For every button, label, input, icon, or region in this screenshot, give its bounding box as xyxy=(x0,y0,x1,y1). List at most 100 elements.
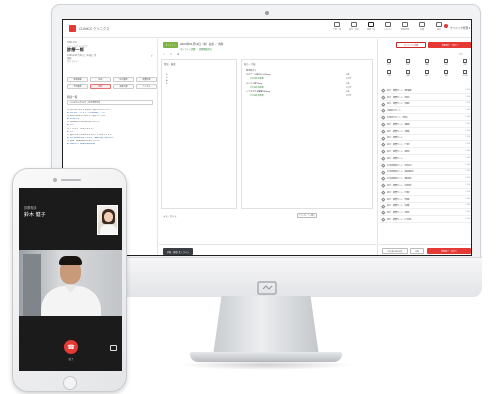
chevron-right-icon[interactable]: › xyxy=(151,53,153,58)
set-list-item[interactable]: 処方・検査セット（頭痛） 1234 xyxy=(380,128,471,135)
list-icon xyxy=(351,22,357,27)
nav-item-5[interactable]: 文書 xyxy=(415,22,429,35)
top-navbar: CLINICS クリニクス 予約一覧 受付・会計 患者一覧 レセプト 患者管理 文書 設定 … xyxy=(63,20,471,38)
order-button-0[interactable]: 処方 xyxy=(380,59,398,68)
set-list-item[interactable]: 処方・検査セット（湿疹） 1234 xyxy=(380,209,471,217)
set-code: 1234 xyxy=(465,177,470,180)
set-list-item[interactable]: 処方・検査セット（便秘） 1234 xyxy=(380,148,471,155)
order-button-4[interactable]: 手技 xyxy=(456,59,471,68)
order-button-9[interactable]: その他 xyxy=(456,70,471,79)
brand[interactable]: CLINICS クリニクス xyxy=(69,25,109,32)
set-list-item[interactable]: 処方・検査セット（腹痛） 1234 xyxy=(380,121,471,128)
patient-tab-3[interactable]: 検査結果 xyxy=(136,77,157,82)
pin-icon xyxy=(381,122,386,127)
set-name: 処方・検査セット（湿疹） xyxy=(387,212,412,215)
user-menu[interactable]: クリニック管理 ▾ xyxy=(450,26,470,30)
nav-item-1[interactable]: 受付・会計 xyxy=(347,22,361,35)
image-icon xyxy=(406,70,410,74)
prescription-drug[interactable]: 院内処方 1 xyxy=(246,69,256,72)
set-code: 1234 xyxy=(465,102,470,105)
pin-icon xyxy=(381,176,386,181)
revisit-button[interactable]: 予約・再診 オンライン xyxy=(163,248,193,255)
order-label: 手技 xyxy=(463,63,467,66)
finish-consult-button[interactable]: 診察終了・会計へ xyxy=(428,42,471,48)
fax-button[interactable]: 処方箋をFAX送信 xyxy=(382,248,408,254)
soap-panel[interactable]: 所見・検査 S: O: A: P: xyxy=(161,59,237,209)
prescription-drug[interactable]: トラネキサム酸錠250mg xyxy=(246,90,270,93)
patient-tab-1[interactable]: 病名 xyxy=(90,77,111,82)
set-list-item[interactable]: 内服処方セット 1234 xyxy=(380,107,471,115)
home-button[interactable] xyxy=(63,376,77,390)
nav-item-4[interactable]: 患者管理 xyxy=(398,22,412,35)
set-list-item[interactable]: 処方・検査セット（花粉症） 1234 xyxy=(380,182,471,189)
order-button-5[interactable]: 文書 xyxy=(380,70,398,79)
inbox-icon xyxy=(385,22,391,27)
set-list-item[interactable]: 処方・検査セット（皮膚） 1234 xyxy=(380,203,471,210)
prescription-usage[interactable]: 1日3回 毎食後 xyxy=(250,94,264,97)
set-list-item[interactable]: 処方・検査セット（その他） 1234 xyxy=(380,216,471,223)
order-button-2[interactable]: 検査 xyxy=(418,59,436,68)
set-list-item[interactable]: 処方・検査セット（咳嗽） 1234 xyxy=(380,101,471,108)
prescription-qty: 5日分 xyxy=(346,78,352,81)
set-list-item[interactable]: 処方・検査セット（咽頭痛） 1234 xyxy=(380,87,471,94)
pin-icon xyxy=(381,190,386,195)
order-button-1[interactable]: 病名 xyxy=(399,59,417,68)
chat-icon[interactable] xyxy=(110,345,117,351)
print-button[interactable]: 印刷 xyxy=(410,248,424,254)
set-list-item[interactable]: 外用処方セット（湿布） 1234 xyxy=(380,114,471,121)
patient-tab-2[interactable]: 処方履歴 xyxy=(113,77,134,82)
pin-icon xyxy=(381,95,386,99)
checkout-button[interactable]: 診察終了・会計へ xyxy=(427,248,471,254)
set-list-item[interactable]: 処方・検査セット（下痢） 1234 xyxy=(380,141,471,149)
set-list-item[interactable]: 処方・検査セット（不眠） 1234 xyxy=(380,189,471,196)
set-list-item[interactable]: 生活習慣病セット（糖尿病） 1234 xyxy=(380,175,471,183)
set-list-item[interactable]: 処方・検査セット（発熱） 1234 xyxy=(380,94,471,101)
order-button-3[interactable]: 注射 xyxy=(437,59,455,68)
notification-badge[interactable] xyxy=(444,24,448,28)
edit-toolbar[interactable]: ✓ ✎ ⊞ xyxy=(163,53,181,56)
set-code: 1234 xyxy=(465,211,470,214)
pin-icon xyxy=(381,108,386,113)
tag-label[interactable]: タグ xyxy=(459,53,463,56)
prescription-usage[interactable]: 1日3回 毎食後 xyxy=(250,77,264,80)
order-button-7[interactable]: 紹介 xyxy=(418,70,436,79)
set-list-item[interactable]: 生活習慣病セット（脂質異常） 1234 xyxy=(380,169,471,176)
end-call-button[interactable]: ☎ xyxy=(64,340,78,354)
user-icon xyxy=(402,22,408,27)
set-name: 処方・検査セット（胃痛） xyxy=(387,198,412,201)
patient-tab-4[interactable]: 予約履歴 xyxy=(67,84,88,89)
self-view-video[interactable] xyxy=(97,205,118,235)
doc-icon xyxy=(387,59,391,63)
online-consult-button[interactable]: オンライン診療 xyxy=(396,42,426,48)
patient-tab-grid: 患者情報 病名 処方履歴 検査結果予約履歴 問診 画像文書 バイタル xyxy=(67,77,157,89)
set-list-item[interactable]: 処方・検査セット（胃痛） 1234 xyxy=(380,196,471,203)
pin-icon xyxy=(381,129,386,133)
patient-tab-0[interactable]: 患者情報 xyxy=(67,77,88,82)
set-code: 1234 xyxy=(465,156,470,159)
logo-icon xyxy=(69,25,76,32)
patient-tab-5[interactable]: 問診 xyxy=(90,84,111,89)
nav-item-0[interactable]: 予約一覧 xyxy=(330,22,344,35)
prescription-drug[interactable]: カロナール錠200 200mg xyxy=(246,73,270,76)
set-name: 生活習慣病セット（高血圧） xyxy=(387,164,414,167)
set-list-item[interactable]: 処方・検査セット 1234 xyxy=(380,155,471,162)
set-name: 外用処方セット（湿布） xyxy=(387,116,410,119)
patient-tab-6[interactable]: 画像文書 xyxy=(113,84,134,89)
order-button-6[interactable]: 画像 xyxy=(399,70,417,79)
prescription-drug[interactable]: メジコン錠15mg xyxy=(246,82,262,85)
main-nav: 予約一覧 受付・会計 患者一覧 レセプト 患者管理 文書 設定 xyxy=(330,22,446,35)
chart-icon xyxy=(368,22,374,27)
list-icon xyxy=(463,59,467,63)
nav-item-2[interactable]: 患者一覧 xyxy=(364,22,378,35)
set-list-item[interactable]: 処方・検査セット 1234 xyxy=(380,135,471,142)
set-list-item[interactable]: 生活習慣病セット（高血圧） 1234 xyxy=(380,162,471,169)
nav-item-3[interactable]: レセプト xyxy=(381,22,395,35)
questionnaire-select[interactable]: 2024年01月10日 | 初診用問診票 xyxy=(67,100,153,105)
set-code: 1234 xyxy=(465,136,470,139)
prescription-usage[interactable]: 1日3回 毎食後 xyxy=(250,86,264,89)
patient-tab-7[interactable]: バイタル xyxy=(136,84,157,89)
order-button-8[interactable]: 予約 xyxy=(437,70,455,79)
template-insert-button[interactable]: テンプレート挿入 xyxy=(297,213,317,218)
order-label: 文書 xyxy=(387,74,391,77)
nav-label: 受付・会計 xyxy=(348,29,359,31)
